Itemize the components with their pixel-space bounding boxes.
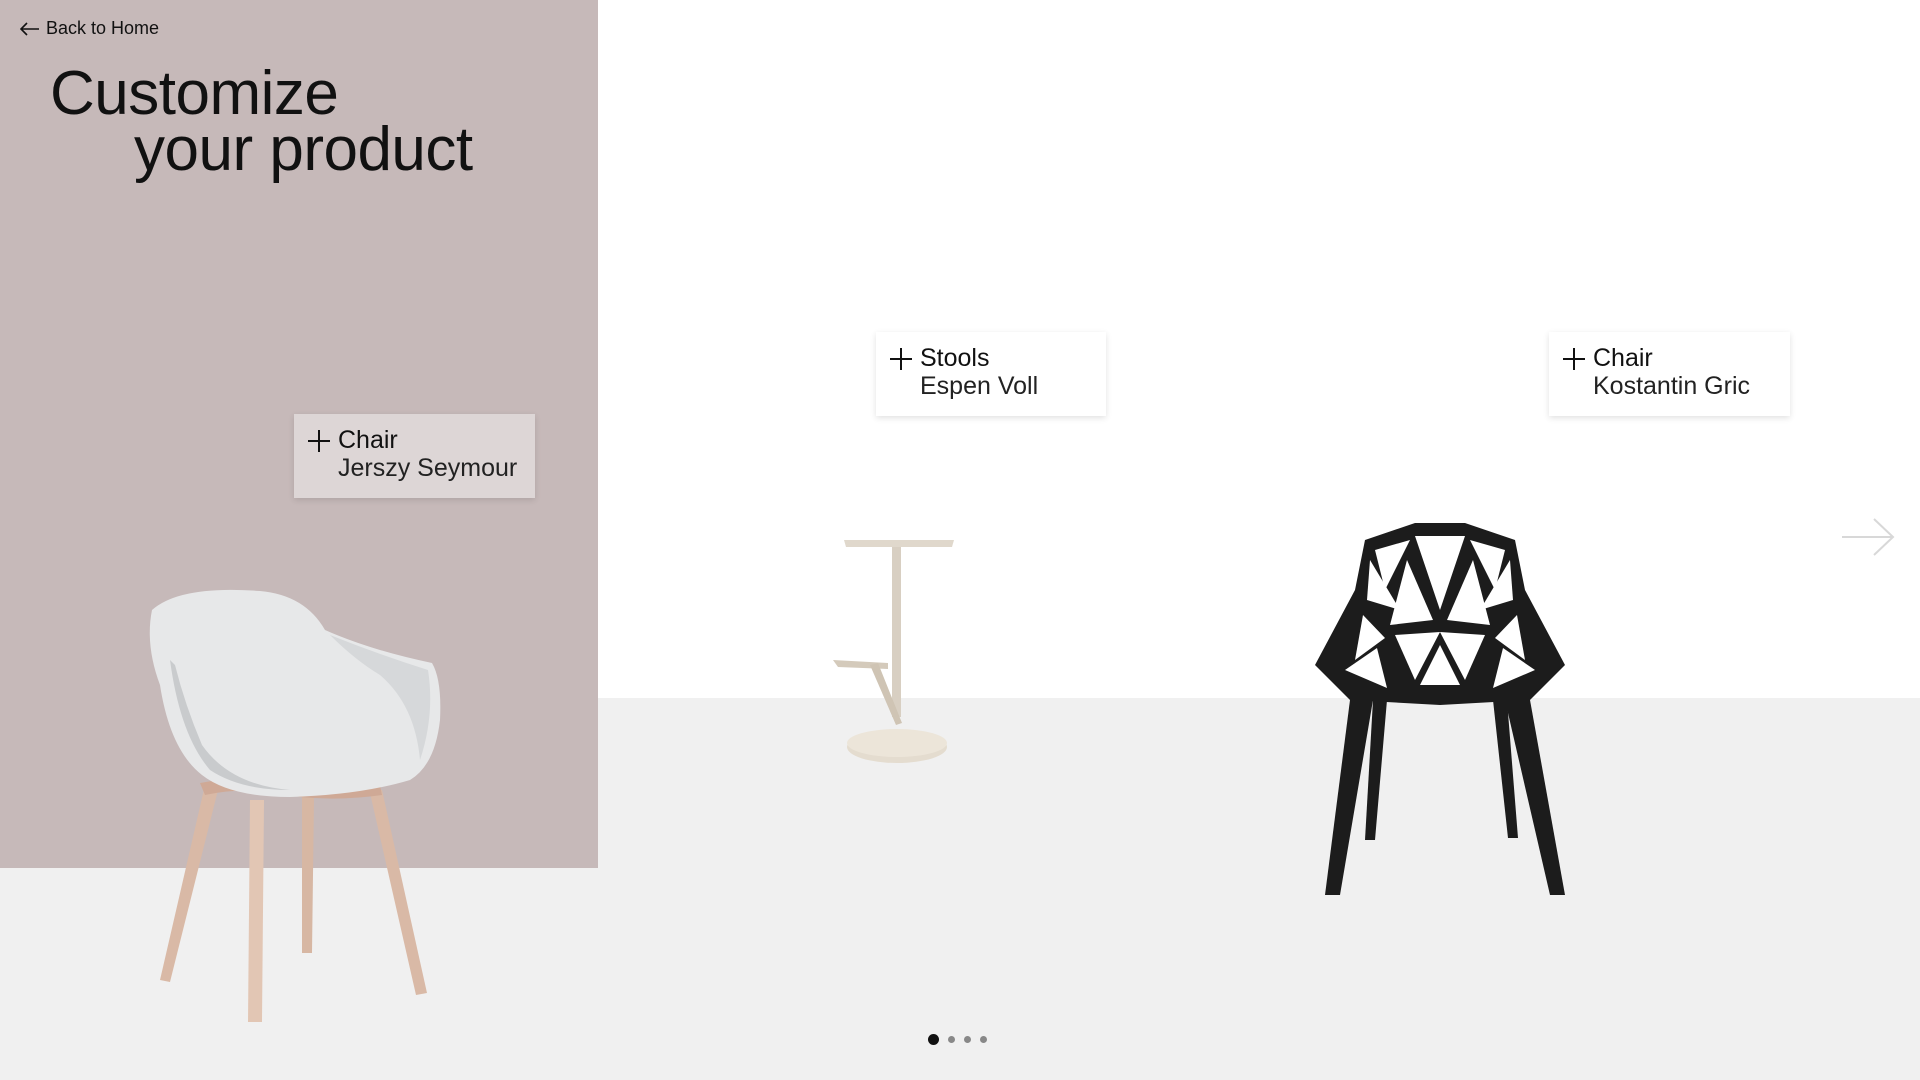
- carousel-pagination: [928, 1034, 987, 1045]
- page-title-line2: your product: [134, 115, 473, 184]
- pagination-dot-4[interactable]: [980, 1036, 987, 1043]
- hotspot-designer: Kostantin Gric: [1593, 372, 1751, 400]
- hotspot-category: Chair: [338, 426, 398, 454]
- hotspot-chair-gric[interactable]: Chair Kostantin Gric: [1549, 332, 1790, 416]
- product-image-chair-gric[interactable]: [1315, 520, 1565, 900]
- pagination-dot-2[interactable]: [948, 1036, 955, 1043]
- hotspot-chair-seymour[interactable]: Chair Jerszy Seymour: [294, 414, 535, 498]
- hotspot-stool-voll[interactable]: Stools Espen Voll: [876, 332, 1106, 416]
- hotspot-category: Stools: [920, 344, 990, 372]
- hotspot-designer: Espen Voll: [920, 372, 1039, 400]
- back-to-home-label: Back to Home: [46, 18, 160, 38]
- pagination-dot-1[interactable]: [928, 1034, 939, 1045]
- arrow-right-icon: [1840, 518, 1896, 562]
- hotspot-designer: Jerszy Seymour: [338, 454, 518, 482]
- page-title-line1: Customize: [50, 59, 339, 128]
- plus-icon: [890, 348, 912, 370]
- hotspot-category: Chair: [1593, 344, 1653, 372]
- plus-icon: [1563, 348, 1585, 370]
- carousel-next-button[interactable]: [1840, 516, 1896, 563]
- plus-icon: [308, 430, 330, 452]
- back-to-home-link[interactable]: Back to Home: [20, 18, 159, 39]
- product-image-stool-voll[interactable]: [830, 535, 960, 770]
- pagination-dot-3[interactable]: [964, 1036, 971, 1043]
- page-title: Customize your product: [50, 59, 473, 184]
- product-customizer-page: Back to Home Customize your product Chai…: [0, 0, 1920, 1080]
- arrow-left-icon: [20, 21, 40, 36]
- product-image-chair-seymour[interactable]: [130, 585, 470, 1035]
